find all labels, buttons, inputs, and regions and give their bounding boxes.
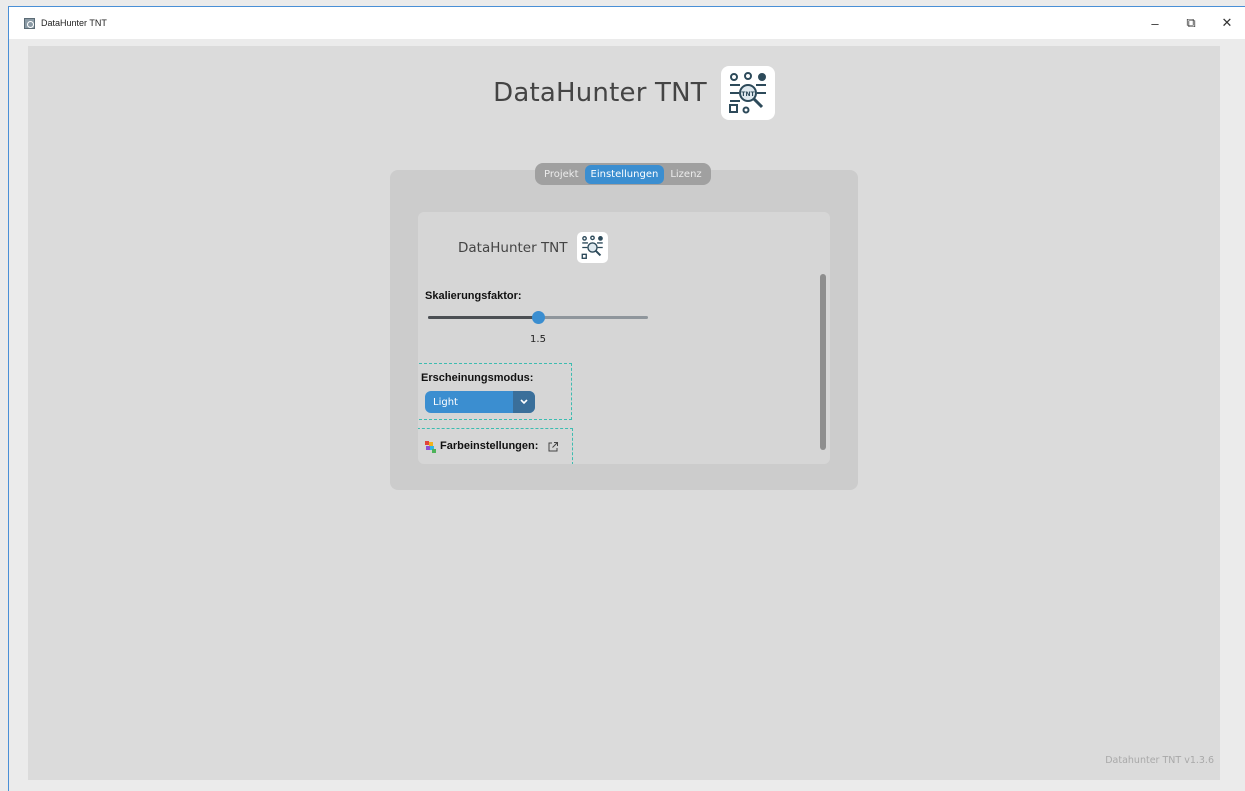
slider-handle[interactable] xyxy=(532,311,545,324)
appearance-mode-label: Erscheinungsmodus: xyxy=(421,372,534,384)
datahunter-logo-icon xyxy=(576,232,608,263)
settings-scroll-area: DataHunter TNT Skalierungsfaktor: 1.5 Er… xyxy=(418,212,830,464)
color-settings-section: Farbeinstellungen: xyxy=(418,428,573,464)
settings-header: DataHunter TNT xyxy=(458,232,608,263)
app-header: DataHunter TNT TNT xyxy=(28,66,1220,120)
close-button[interactable]: ✕ xyxy=(1209,7,1245,39)
window-title: DataHunter TNT xyxy=(41,18,107,28)
palette-icon xyxy=(425,440,437,453)
minimize-button[interactable]: – xyxy=(1137,7,1173,39)
appearance-mode-section: Erscheinungsmodus: Light xyxy=(418,363,572,420)
color-settings-label: Farbeinstellungen: xyxy=(440,440,539,452)
tab-projekt[interactable]: Projekt xyxy=(538,165,585,184)
chevron-down-icon[interactable] xyxy=(513,391,535,413)
window-controls: – ⧉ ✕ xyxy=(1137,7,1245,39)
tab-bar: Projekt Einstellungen Lizenz xyxy=(535,163,711,185)
scrollbar[interactable] xyxy=(820,274,826,450)
title-bar: DataHunter TNT – ⧉ ✕ xyxy=(9,7,1245,39)
svg-text:TNT: TNT xyxy=(741,91,755,98)
app-title: DataHunter TNT xyxy=(493,78,707,108)
tab-lizenz[interactable]: Lizenz xyxy=(664,165,707,184)
version-label: Datahunter TNT v1.3.6 xyxy=(1105,755,1214,766)
appearance-mode-dropdown[interactable]: Light xyxy=(425,391,535,413)
scale-factor-slider[interactable] xyxy=(428,311,648,324)
settings-panel: Projekt Einstellungen Lizenz DataHunter … xyxy=(390,163,858,490)
appearance-mode-value: Light xyxy=(433,396,458,408)
color-settings-row: Farbeinstellungen: xyxy=(425,440,559,453)
app-content: DataHunter TNT TNT Projekt Einstellungen… xyxy=(28,46,1220,780)
datahunter-logo-icon: TNT xyxy=(720,66,775,120)
scale-factor-value: 1.5 xyxy=(530,334,546,345)
app-icon xyxy=(24,17,35,29)
restore-button[interactable]: ⧉ xyxy=(1173,7,1209,39)
tab-einstellungen[interactable]: Einstellungen xyxy=(584,164,665,184)
scale-factor-label: Skalierungsfaktor: xyxy=(425,290,522,302)
scrollbar-thumb[interactable] xyxy=(820,274,826,450)
external-link-icon[interactable] xyxy=(547,440,559,452)
slider-fill xyxy=(428,316,538,319)
settings-title: DataHunter TNT xyxy=(458,239,568,256)
